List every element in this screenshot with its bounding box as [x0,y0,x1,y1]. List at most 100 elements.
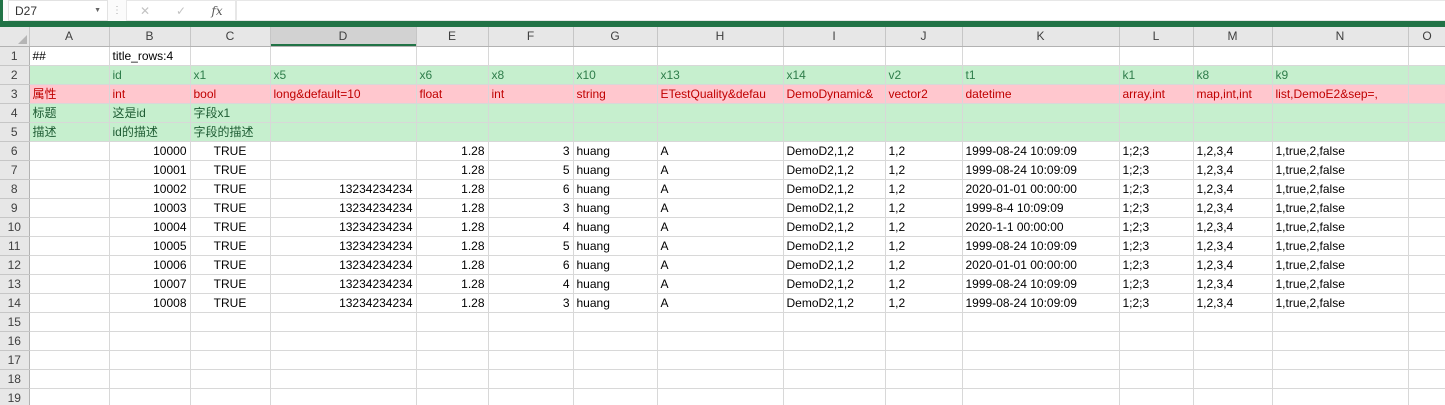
cell-L4[interactable] [1119,103,1193,122]
chevron-down-icon[interactable]: ▼ [94,7,101,14]
cell-N12[interactable]: 1,true,2,false [1272,255,1408,274]
cell-L18[interactable] [1119,369,1193,388]
cell-O13[interactable] [1408,274,1445,293]
cell-J12[interactable]: 1,2 [885,255,962,274]
cell-A12[interactable] [29,255,109,274]
cell-I9[interactable]: DemoD2,1,2 [783,198,885,217]
cell-F9[interactable]: 3 [488,198,573,217]
cell-K12[interactable]: 2020-01-01 00:00:00 [962,255,1119,274]
cell-N18[interactable] [1272,369,1408,388]
cell-N13[interactable]: 1,true,2,false [1272,274,1408,293]
cell-C11[interactable]: TRUE [190,236,270,255]
cell-A3[interactable]: 属性 [29,84,109,103]
cell-O11[interactable] [1408,236,1445,255]
cell-I3[interactable]: DemoDynamic& [783,84,885,103]
cell-H6[interactable]: A [657,141,783,160]
cell-H2[interactable]: x13 [657,65,783,84]
cell-O18[interactable] [1408,369,1445,388]
cell-K3[interactable]: datetime [962,84,1119,103]
cell-I17[interactable] [783,350,885,369]
cell-L8[interactable]: 1;2;3 [1119,179,1193,198]
cell-B4[interactable]: 这是id [109,103,190,122]
cell-D15[interactable] [270,312,416,331]
cell-G10[interactable]: huang [573,217,657,236]
cell-G14[interactable]: huang [573,293,657,312]
cell-M16[interactable] [1193,331,1272,350]
cell-B8[interactable]: 10002 [109,179,190,198]
cell-B7[interactable]: 10001 [109,160,190,179]
cell-O7[interactable] [1408,160,1445,179]
cell-N4[interactable] [1272,103,1408,122]
cell-K1[interactable] [962,46,1119,65]
cell-H19[interactable] [657,388,783,405]
cell-G17[interactable] [573,350,657,369]
cell-D17[interactable] [270,350,416,369]
cell-M12[interactable]: 1,2,3,4 [1193,255,1272,274]
cell-K6[interactable]: 1999-08-24 10:09:09 [962,141,1119,160]
cell-K16[interactable] [962,331,1119,350]
cell-O2[interactable] [1408,65,1445,84]
cell-K10[interactable]: 2020-1-1 00:00:00 [962,217,1119,236]
cell-C2[interactable]: x1 [190,65,270,84]
row-header-19[interactable]: 19 [0,388,29,405]
cell-B15[interactable] [109,312,190,331]
column-header-L[interactable]: L [1119,27,1193,46]
cell-D5[interactable] [270,122,416,141]
cell-H14[interactable]: A [657,293,783,312]
cell-C8[interactable]: TRUE [190,179,270,198]
cell-L12[interactable]: 1;2;3 [1119,255,1193,274]
cell-B13[interactable]: 10007 [109,274,190,293]
cell-I1[interactable] [783,46,885,65]
cell-K14[interactable]: 1999-08-24 10:09:09 [962,293,1119,312]
cell-G6[interactable]: huang [573,141,657,160]
row-header-14[interactable]: 14 [0,293,29,312]
cell-D2[interactable]: x5 [270,65,416,84]
cell-H5[interactable] [657,122,783,141]
column-header-N[interactable]: N [1272,27,1408,46]
row-header-12[interactable]: 12 [0,255,29,274]
cell-M4[interactable] [1193,103,1272,122]
cell-O3[interactable] [1408,84,1445,103]
cell-C7[interactable]: TRUE [190,160,270,179]
cell-G1[interactable] [573,46,657,65]
cell-O12[interactable] [1408,255,1445,274]
row-header-8[interactable]: 8 [0,179,29,198]
cell-F17[interactable] [488,350,573,369]
cell-D12[interactable]: 13234234234 [270,255,416,274]
cell-B16[interactable] [109,331,190,350]
cell-H15[interactable] [657,312,783,331]
cell-D13[interactable]: 13234234234 [270,274,416,293]
cancel-icon[interactable]: ✕ [127,4,163,18]
cell-I13[interactable]: DemoD2,1,2 [783,274,885,293]
cell-J18[interactable] [885,369,962,388]
cell-B3[interactable]: int [109,84,190,103]
column-header-B[interactable]: B [109,27,190,46]
cell-L11[interactable]: 1;2;3 [1119,236,1193,255]
cell-E15[interactable] [416,312,488,331]
cell-K9[interactable]: 1999-8-4 10:09:09 [962,198,1119,217]
cell-G11[interactable]: huang [573,236,657,255]
cell-E3[interactable]: float [416,84,488,103]
cell-I16[interactable] [783,331,885,350]
row-header-7[interactable]: 7 [0,160,29,179]
cell-F12[interactable]: 6 [488,255,573,274]
cell-M18[interactable] [1193,369,1272,388]
cell-O6[interactable] [1408,141,1445,160]
cell-J16[interactable] [885,331,962,350]
cell-E1[interactable] [416,46,488,65]
cell-D9[interactable]: 13234234234 [270,198,416,217]
cell-G2[interactable]: x10 [573,65,657,84]
cell-H1[interactable] [657,46,783,65]
cell-B18[interactable] [109,369,190,388]
cell-D1[interactable] [270,46,416,65]
cell-N11[interactable]: 1,true,2,false [1272,236,1408,255]
cell-A18[interactable] [29,369,109,388]
cell-D19[interactable] [270,388,416,405]
row-header-9[interactable]: 9 [0,198,29,217]
row-header-6[interactable]: 6 [0,141,29,160]
cell-E6[interactable]: 1.28 [416,141,488,160]
cell-L15[interactable] [1119,312,1193,331]
cell-I19[interactable] [783,388,885,405]
cell-B2[interactable]: id [109,65,190,84]
cell-C16[interactable] [190,331,270,350]
